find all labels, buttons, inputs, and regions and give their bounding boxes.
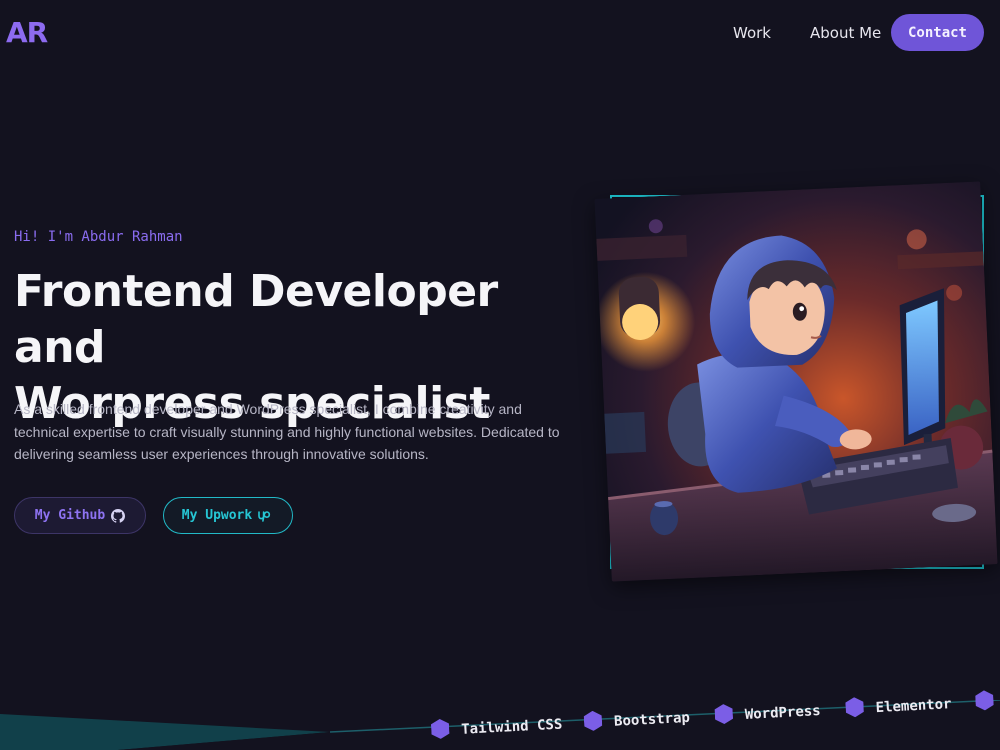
hexagon-icon [975,690,994,715]
nav-link-about-me[interactable]: About Me [810,24,881,42]
skill-label: Tailwind CSS [460,716,563,738]
skill-item: Tailwind CSS [430,713,563,744]
skill-item: Bootstrap [583,706,690,736]
nav-link-work[interactable]: Work [733,24,771,42]
skill-item: WordPress [714,699,821,729]
skill-label: Elementor [875,696,952,717]
github-icon [111,508,126,523]
upwork-button-label: My Upwork [181,508,253,523]
skill-label: Bootstrap [613,709,691,730]
hero-greeting: Hi! I'm Abdur Rahman [14,229,183,245]
hero-description: As a skilled frontend developer and Word… [14,401,560,462]
github-button[interactable]: My Github [14,497,146,534]
github-button-label: My Github [34,508,106,523]
skill-item: Elementor [845,692,952,722]
skill-label: WordPress [744,703,822,723]
upwork-button[interactable]: My Upwork [163,497,293,534]
hero-illustration [594,181,998,582]
upwork-icon [258,510,274,522]
top-navigation: AR Work About Me Contact [0,0,1000,66]
hexagon-icon [430,718,450,743]
hexagon-icon [845,697,864,722]
hexagon-icon [583,710,603,735]
headline-line-1: Frontend Developer and [14,266,498,373]
site-logo[interactable]: AR [6,16,48,49]
hexagon-icon [714,704,734,729]
skill-item [975,690,994,715]
contact-button[interactable]: Contact [891,14,984,51]
